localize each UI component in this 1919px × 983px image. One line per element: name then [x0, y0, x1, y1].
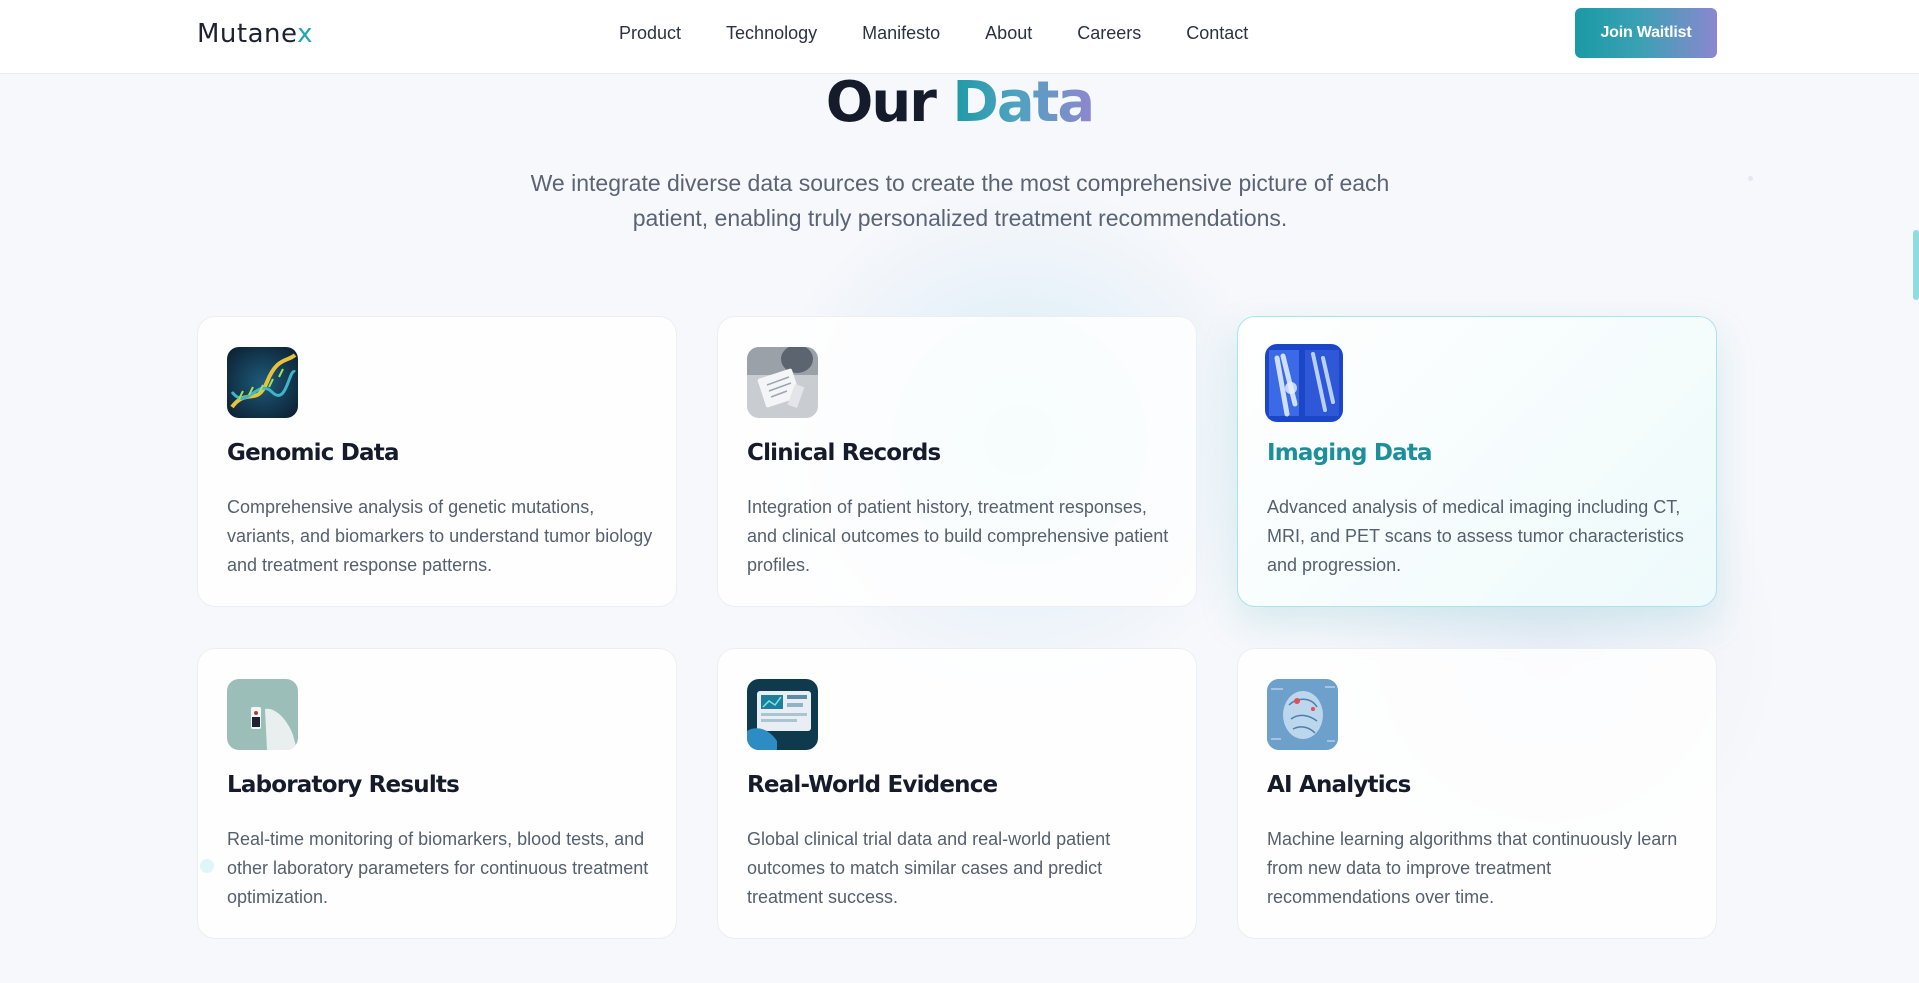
section-subtitle: We integrate diverse data sources to cre…: [530, 170, 1390, 231]
card-title: Genomic Data: [227, 440, 399, 466]
ai-head-icon: [1267, 679, 1338, 750]
clinical-document-icon: [747, 347, 818, 418]
nav-contact[interactable]: Contact: [1186, 22, 1248, 44]
nav-technology[interactable]: Technology: [726, 22, 817, 44]
data-tablet-icon: [747, 679, 818, 750]
brand-logo[interactable]: Mutanex: [197, 19, 313, 49]
card-description: Advanced analysis of medical imaging inc…: [1267, 497, 1684, 575]
card-description: Comprehensive analysis of genetic mutati…: [227, 497, 653, 575]
join-waitlist-button[interactable]: Join Waitlist: [1575, 8, 1717, 58]
card-laboratory-results[interactable]: Laboratory Results Real-time monitoring …: [197, 648, 677, 939]
card-description: Real-time monitoring of biomarkers, bloo…: [227, 829, 649, 907]
card-title: Clinical Records: [747, 440, 941, 466]
section-title: Our Data: [0, 70, 1919, 135]
nav-about[interactable]: About: [985, 22, 1032, 44]
card-description: Global clinical trial data and real-worl…: [747, 829, 1111, 907]
card-description: Machine learning algorithms that continu…: [1267, 829, 1678, 907]
main-nav: Product Technology Manifesto About Caree…: [619, 22, 1248, 44]
nav-careers[interactable]: Careers: [1077, 22, 1141, 44]
card-title: Real-World Evidence: [747, 772, 998, 798]
decorative-dot: [1748, 176, 1753, 181]
xray-scan-icon: [1265, 344, 1343, 422]
nav-product[interactable]: Product: [619, 22, 681, 44]
card-title: Laboratory Results: [227, 772, 460, 798]
lab-sample-icon: [227, 679, 298, 750]
card-title: AI Analytics: [1267, 772, 1411, 798]
nav-manifesto[interactable]: Manifesto: [862, 22, 940, 44]
scrollbar-thumb[interactable]: [1913, 230, 1919, 300]
title-plain: Our: [825, 70, 937, 135]
dna-helix-icon: [227, 347, 298, 418]
decorative-dot: [200, 859, 214, 873]
card-real-world-evidence[interactable]: Real-World Evidence Global clinical tria…: [717, 648, 1197, 939]
card-description: Integration of patient history, treatmen…: [747, 497, 1169, 575]
logo-accent-letter: x: [297, 19, 313, 49]
card-title: Imaging Data: [1267, 440, 1433, 466]
top-navbar: Mutanex Product Technology Manifesto Abo…: [0, 0, 1919, 74]
logo-text: Mutane: [197, 19, 298, 49]
card-ai-analytics[interactable]: AI Analytics Machine learning algorithms…: [1237, 648, 1717, 939]
card-genomic-data[interactable]: Genomic Data Comprehensive analysis of g…: [197, 316, 677, 607]
title-accent: Data: [952, 70, 1095, 135]
card-imaging-data[interactable]: Imaging Data Advanced analysis of medica…: [1237, 316, 1717, 607]
card-clinical-records[interactable]: Clinical Records Integration of patient …: [717, 316, 1197, 607]
